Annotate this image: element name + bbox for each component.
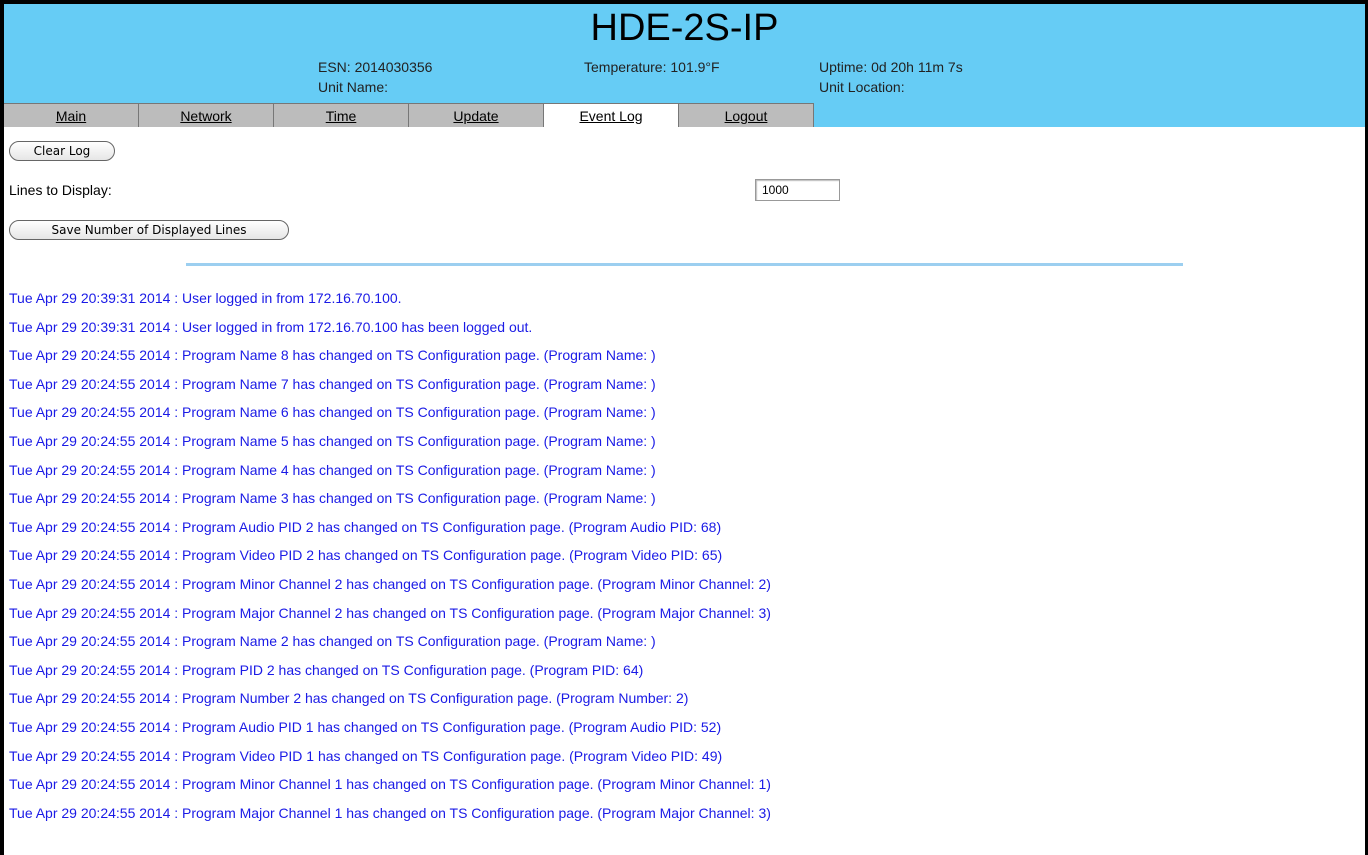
- device-title: HDE-2S-IP: [590, 7, 779, 49]
- lines-to-display-input[interactable]: [755, 179, 840, 201]
- uptime-text: Uptime: 0d 20h 11m 7s: [819, 59, 963, 75]
- unit-location-text: Unit Location:: [819, 79, 905, 95]
- header-banner: HDE-2S-IP ESN: 2014030356 Unit Name: Tem…: [4, 4, 1365, 127]
- tab-event-log[interactable]: Event Log: [544, 104, 679, 127]
- log-entry: Tue Apr 29 20:24:55 2014 : Program Name …: [9, 347, 656, 364]
- log-entry: Tue Apr 29 20:24:55 2014 : Program PID 2…: [9, 661, 644, 678]
- save-displayed-lines-button[interactable]: Save Number of Displayed Lines: [9, 220, 289, 240]
- log-entry: Tue Apr 29 20:39:31 2014 : User logged i…: [9, 318, 533, 335]
- log-entry: Tue Apr 29 20:24:55 2014 : Program Name …: [9, 404, 656, 421]
- esn-text: ESN: 2014030356: [318, 59, 433, 75]
- lines-to-display-label: Lines to Display:: [9, 182, 112, 198]
- tab-logout[interactable]: Logout: [679, 104, 814, 127]
- clear-log-button[interactable]: Clear Log: [9, 141, 115, 161]
- log-entry: Tue Apr 29 20:24:55 2014 : Program Name …: [9, 432, 656, 449]
- temperature-text: Temperature: 101.9°F: [584, 59, 720, 75]
- log-entry: Tue Apr 29 20:24:55 2014 : Program Minor…: [9, 776, 771, 793]
- log-entry: Tue Apr 29 20:24:55 2014 : Program Minor…: [9, 575, 771, 592]
- log-entry: Tue Apr 29 20:24:55 2014 : Program Audio…: [9, 518, 722, 535]
- log-entry: Tue Apr 29 20:24:55 2014 : Program Major…: [9, 604, 771, 621]
- nav-tabs: Main Network Time Update Event Log Logou…: [4, 103, 814, 128]
- tab-update[interactable]: Update: [409, 104, 544, 127]
- log-entry: Tue Apr 29 20:39:31 2014 : User logged i…: [9, 290, 402, 306]
- unit-name-text: Unit Name:: [318, 79, 389, 95]
- page: HDE-2S-IP ESN: 2014030356 Unit Name: Tem…: [4, 4, 1365, 855]
- log-entry: Tue Apr 29 20:24:55 2014 : Program Audio…: [9, 718, 722, 735]
- tab-network[interactable]: Network: [139, 104, 274, 127]
- log-entry: Tue Apr 29 20:24:55 2014 : Program Name …: [9, 461, 656, 478]
- log-entry: Tue Apr 29 20:24:55 2014 : Program Name …: [9, 375, 656, 392]
- divider-line: [186, 263, 1183, 266]
- log-entry: Tue Apr 29 20:24:55 2014 : Program Video…: [9, 747, 723, 764]
- log-entry: Tue Apr 29 20:24:55 2014 : Program Name …: [9, 633, 656, 650]
- log-entry: Tue Apr 29 20:24:55 2014 : Program Name …: [9, 490, 656, 507]
- event-log-list: Tue Apr 29 20:39:31 2014 : User logged i…: [9, 289, 771, 832]
- tab-time[interactable]: Time: [274, 104, 409, 127]
- log-entry: Tue Apr 29 20:24:55 2014 : Program Video…: [9, 547, 723, 564]
- log-entry: Tue Apr 29 20:24:55 2014 : Program Major…: [9, 804, 771, 821]
- log-entry: Tue Apr 29 20:24:55 2014 : Program Numbe…: [9, 690, 689, 707]
- tab-main[interactable]: Main: [4, 104, 139, 127]
